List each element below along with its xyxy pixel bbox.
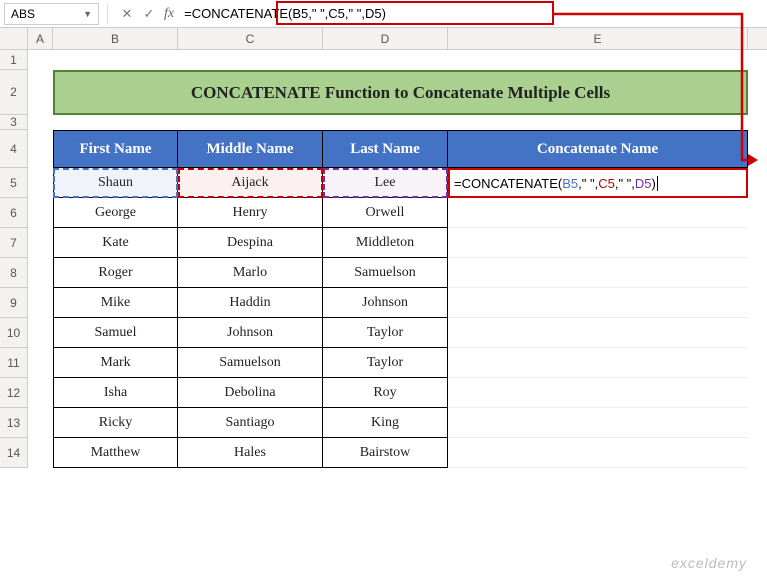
row-header-9[interactable]: 9 [0,288,28,318]
select-all-corner[interactable] [0,28,28,49]
row-header-1[interactable]: 1 [0,50,28,70]
header-concat-name[interactable]: Concatenate Name [448,130,748,168]
cell-e11[interactable] [448,348,748,378]
cell-b12[interactable]: Isha [53,378,178,408]
cell-d7[interactable]: Middleton [323,228,448,258]
token-c5: C5 [598,176,615,191]
cell-d6[interactable]: Orwell [323,198,448,228]
cell-c13[interactable]: Santiago [178,408,323,438]
cell-e9[interactable] [448,288,748,318]
row-header-13[interactable]: 13 [0,408,28,438]
token-sep2: ," ", [615,176,635,191]
token-close: ) [652,176,656,191]
token-fn: =CONCATENATE( [454,176,562,191]
row-header-5[interactable]: 5 [0,168,28,198]
row-header-6[interactable]: 6 [0,198,28,228]
cell-b11[interactable]: Mark [53,348,178,378]
col-header-b[interactable]: B [53,28,178,49]
cell-c9[interactable]: Haddin [178,288,323,318]
table-header-row: First Name Middle Name Last Name Concate… [53,130,748,168]
table-row: MarkSamuelsonTaylor [53,348,748,378]
cell-c10[interactable]: Johnson [178,318,323,348]
cell-e13[interactable] [448,408,748,438]
text-cursor-icon [657,176,658,191]
cell-d11[interactable]: Taylor [323,348,448,378]
cell-b14[interactable]: Matthew [53,438,178,468]
row-header-12[interactable]: 12 [0,378,28,408]
cell-e6[interactable] [448,198,748,228]
cell-d8[interactable]: Samuelson [323,258,448,288]
cell-c5[interactable]: Aijack [178,168,323,198]
table-row: IshaDebolinaRoy [53,378,748,408]
header-first-name[interactable]: First Name [53,130,178,168]
table-row: RickySantiagoKing [53,408,748,438]
cell-d13[interactable]: King [323,408,448,438]
sheet-title[interactable]: CONCATENATE Function to Concatenate Mult… [53,70,748,115]
cell-e12[interactable] [448,378,748,408]
cell-b7[interactable]: Kate [53,228,178,258]
table-row: SamuelJohnsonTaylor [53,318,748,348]
separator [107,3,108,25]
cell-b9[interactable]: Mike [53,288,178,318]
table-row: RogerMarloSamuelson [53,258,748,288]
cell-d5[interactable]: Lee [323,168,448,198]
cell-b10[interactable]: Samuel [53,318,178,348]
col-header-c[interactable]: C [178,28,323,49]
formula-input[interactable] [180,3,763,25]
cell-c12[interactable]: Debolina [178,378,323,408]
name-box-dropdown-icon[interactable]: ▼ [83,9,92,19]
cell-c7[interactable]: Despina [178,228,323,258]
name-box-value: ABS [11,7,83,21]
cell-c8[interactable]: Marlo [178,258,323,288]
cell-e10[interactable] [448,318,748,348]
row-header-10[interactable]: 10 [0,318,28,348]
header-last-name[interactable]: Last Name [323,130,448,168]
name-box[interactable]: ABS ▼ [4,3,99,25]
row-header-2[interactable]: 2 [0,70,28,115]
header-middle-name[interactable]: Middle Name [178,130,323,168]
table-row: MatthewHalesBairstow [53,438,748,468]
token-d5: D5 [635,176,652,191]
fx-icon[interactable]: fx [164,6,174,22]
cell-e7[interactable] [448,228,748,258]
cell-e5-editing[interactable]: =CONCATENATE(B5," ",C5," ",D5) [448,168,748,198]
cell-e14[interactable] [448,438,748,468]
col-header-e[interactable]: E [448,28,748,49]
cell-d9[interactable]: Johnson [323,288,448,318]
cells-area[interactable]: CONCATENATE Function to Concatenate Mult… [28,50,767,468]
row-header-14[interactable]: 14 [0,438,28,468]
row-header-8[interactable]: 8 [0,258,28,288]
col-header-a[interactable]: A [28,28,53,49]
col-header-d[interactable]: D [323,28,448,49]
formula-bar: ABS ▼ ✕ ✓ fx [0,0,767,28]
row-header-7[interactable]: 7 [0,228,28,258]
row-header-4[interactable]: 4 [0,130,28,168]
row-header-11[interactable]: 11 [0,348,28,378]
cell-d12[interactable]: Roy [323,378,448,408]
spreadsheet-grid: A B C D E 1 2 3 4 5 6 7 8 9 10 11 12 13 … [0,28,767,468]
cell-b13[interactable]: Ricky [53,408,178,438]
table-row: MikeHaddinJohnson [53,288,748,318]
enter-icon[interactable]: ✓ [138,3,160,25]
cell-c14[interactable]: Hales [178,438,323,468]
row-headers: 1 2 3 4 5 6 7 8 9 10 11 12 13 14 [0,50,28,468]
cell-b6[interactable]: George [53,198,178,228]
cancel-icon[interactable]: ✕ [116,3,138,25]
cell-d10[interactable]: Taylor [323,318,448,348]
row-header-3[interactable]: 3 [0,115,28,130]
cell-b8[interactable]: Roger [53,258,178,288]
token-b5: B5 [562,176,578,191]
table-row: GeorgeHenryOrwell [53,198,748,228]
column-headers: A B C D E [0,28,767,50]
table-row: KateDespinaMiddleton [53,228,748,258]
cell-c11[interactable]: Samuelson [178,348,323,378]
token-sep1: ," ", [578,176,598,191]
cell-e8[interactable] [448,258,748,288]
cell-b5[interactable]: Shaun [53,168,178,198]
watermark-text: exceldemy [671,555,747,571]
cell-d14[interactable]: Bairstow [323,438,448,468]
cell-c6[interactable]: Henry [178,198,323,228]
